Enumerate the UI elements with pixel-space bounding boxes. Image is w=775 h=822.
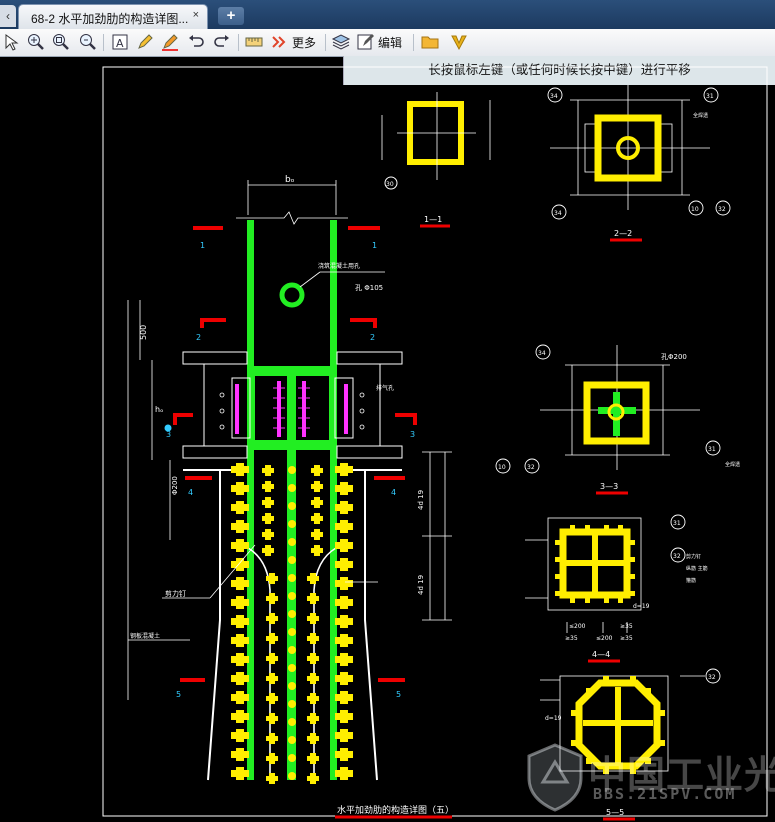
vip-icon[interactable]	[449, 32, 469, 52]
tab-title: 68-2 水平加劲肋的构造详图...	[31, 12, 189, 26]
tab-scroll-left-button[interactable]: ‹	[0, 5, 16, 27]
mark-5b: 5	[396, 690, 401, 699]
label-d200: Φ200	[171, 476, 179, 495]
mark-1a: 1	[200, 241, 205, 250]
label-stiff: 剪力钉	[165, 589, 186, 598]
section-4-4-c200b: ≤200	[596, 635, 613, 642]
label-hc: hₒ	[155, 405, 163, 414]
main-elevation: bₒ 浇筑混凝土用孔 孔 Φ105 排气孔 500 hₒ Φ200 4d 19 …	[127, 175, 454, 819]
svg-text:A: A	[116, 37, 124, 50]
section-2-2-note: 全焊透	[693, 112, 708, 119]
section-5-5-callout-32: 32	[708, 674, 716, 681]
section-1-1-callout-30: 30	[386, 181, 394, 188]
section-4-4-note-b: 纵筋 主筋	[686, 565, 708, 572]
label-plate: 钢板混凝土	[130, 632, 160, 640]
edit-label: 编辑	[378, 35, 403, 50]
select-cursor-icon[interactable]	[2, 32, 22, 52]
toolbar-separator	[413, 34, 414, 51]
pencil-icon[interactable]	[135, 32, 155, 52]
tab-close-icon[interactable]: ×	[193, 9, 199, 21]
section-1-1-label: 1—1	[424, 215, 442, 224]
more-button[interactable]: 更多	[270, 32, 316, 52]
section-4-4-callout-32: 32	[673, 553, 681, 560]
section-4-4-g35a: ≥35	[565, 635, 578, 642]
layers-icon[interactable]	[331, 32, 351, 52]
label-d19a: 4d 19	[417, 490, 425, 510]
tab-bar: ‹ 68-2 水平加劲肋的构造详图... × +	[0, 0, 775, 29]
label-weld-holes: 排气孔	[376, 384, 394, 392]
zoom-in-icon[interactable]	[26, 32, 46, 52]
label-bc: bₒ	[285, 175, 295, 185]
section-1-1: 30 1—1	[381, 92, 491, 228]
toolbar-separator	[238, 34, 239, 51]
mark-2b: 2	[370, 333, 375, 342]
more-icon	[272, 36, 286, 48]
zoom-window-icon[interactable]	[51, 32, 71, 52]
redo-icon[interactable]	[212, 32, 232, 52]
section-4-4-callout-31: 31	[673, 520, 681, 527]
section-3-3-callout-10: 10	[498, 464, 506, 471]
section-3-3-hole: 孔Φ200	[661, 353, 687, 361]
section-4-4-g35c: ≥35	[620, 623, 633, 630]
more-label: 更多	[292, 35, 317, 50]
cad-drawing-canvas[interactable]: bₒ 浇筑混凝土用孔 孔 Φ105 排气孔 500 hₒ Φ200 4d 19 …	[0, 57, 775, 822]
mark-4b: 4	[391, 488, 396, 497]
label-dim500: 500	[139, 325, 148, 340]
section-2-2-callout-32: 32	[718, 206, 726, 213]
section-4-4-note-a: 剪力钉	[686, 553, 701, 560]
mark-1b: 1	[372, 241, 377, 250]
section-3-3-label: 3—3	[600, 482, 618, 491]
watermark-url: BBS.21SPV.COM	[593, 785, 737, 803]
drawing-title: 水平加劲肋的构造详图（五）	[337, 804, 454, 816]
section-4-4-note-c: 箍筋	[686, 577, 696, 584]
section-2-2-callout-34a: 34	[550, 93, 558, 100]
section-2-2-label: 2—2	[614, 229, 632, 238]
edit-button[interactable]: 编辑	[356, 32, 402, 52]
folder-icon[interactable]	[420, 32, 440, 52]
section-4-4-label: 4—4	[592, 650, 610, 659]
section-3-3-note: 全焊透	[725, 461, 740, 468]
section-5-5-d: d=19	[545, 715, 562, 722]
section-3-3-callout-34: 34	[538, 350, 546, 357]
section-4-4-g35b: ≥35	[620, 635, 633, 642]
toolbar-separator	[325, 34, 326, 51]
section-4-4-c200a: ≤200	[569, 623, 586, 630]
edit-icon	[357, 34, 374, 50]
new-tab-button[interactable]: +	[218, 7, 244, 25]
tab-drawing[interactable]: 68-2 水平加劲肋的构造详图... ×	[18, 4, 208, 29]
concrete-pour-hole	[279, 282, 305, 308]
label-d19b: 4d 19	[417, 575, 425, 595]
toolbar-separator	[103, 34, 104, 51]
zoom-extents-icon[interactable]	[78, 32, 98, 52]
toolbar: A 更多 编辑	[0, 29, 775, 57]
mark-3b: 3	[410, 430, 415, 439]
label-note-top: 浇筑混凝土用孔	[318, 262, 360, 270]
section-2-2-callout-31: 31	[706, 93, 714, 100]
section-2-2: 34 31 34 10 32 全焊透 2—2	[547, 85, 731, 242]
section-5-5-label: 5—5	[606, 808, 624, 817]
text-icon[interactable]: A	[110, 32, 130, 52]
measure-icon[interactable]	[244, 32, 264, 52]
section-3-3: 34 10 32 31 孔Φ200 全焊透 3—3	[495, 344, 740, 495]
mark-2a: 2	[196, 333, 201, 342]
section-3-3-callout-31: 31	[708, 446, 716, 453]
mark-4a: 4	[188, 488, 193, 497]
section-3-3-callout-32: 32	[527, 464, 535, 471]
mark-5a: 5	[176, 690, 181, 699]
watermark-shield-icon	[527, 743, 583, 812]
undo-icon[interactable]	[186, 32, 206, 52]
section-4-4: 31 32 剪力钉 纵筋 主筋 箍筋 d=19 ≤200 ≤200 ≥35 ≥3…	[525, 514, 708, 663]
section-2-2-callout-34b: 34	[554, 210, 562, 217]
section-4-4-d: d=19	[633, 603, 650, 610]
label-hole: 孔 Φ105	[355, 284, 383, 292]
section-2-2-callout-10: 10	[691, 206, 699, 213]
drawing-frame	[102, 66, 768, 817]
highlighter-icon[interactable]	[160, 32, 180, 52]
